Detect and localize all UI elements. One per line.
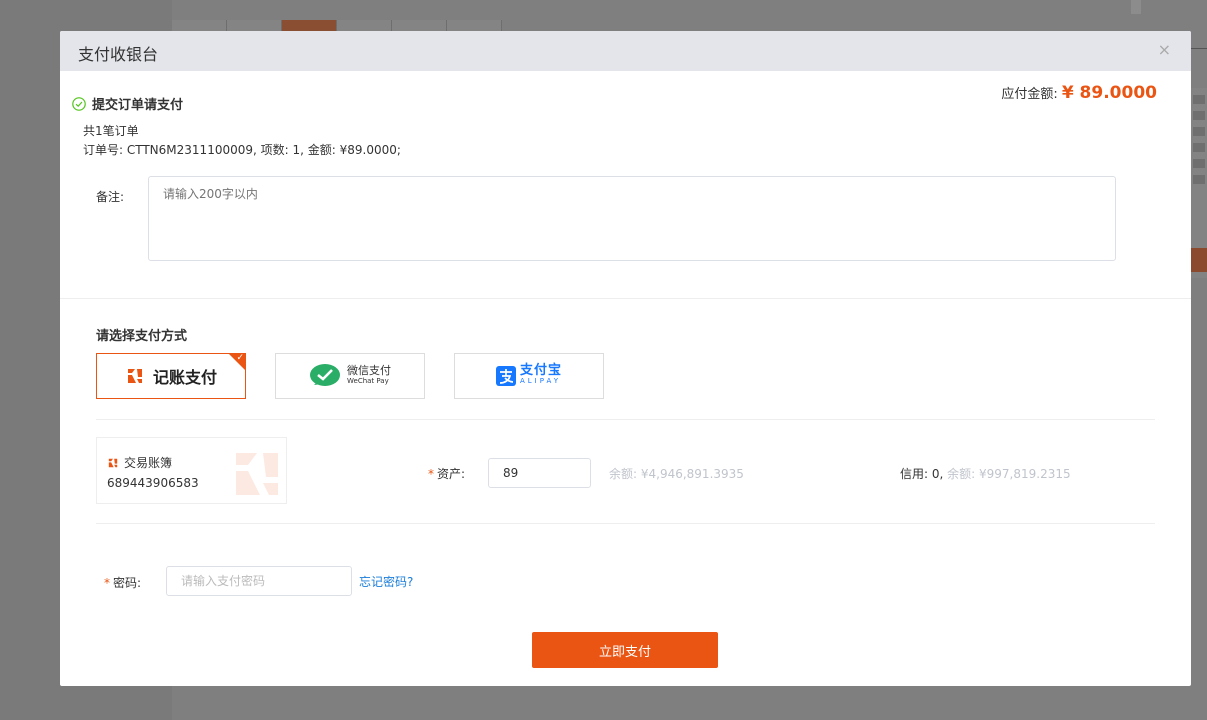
asset-input[interactable]: [488, 458, 591, 488]
alipay-label: 支付宝: [519, 363, 562, 378]
wechat-pay-icon: [310, 364, 340, 386]
background-scrollbar: [1131, 0, 1141, 14]
password-input[interactable]: [166, 566, 352, 596]
ledger-watermark-icon: [236, 453, 278, 495]
remark-textarea[interactable]: [148, 176, 1116, 261]
credit-info: 信用: 0, 余额: ¥997,819.2315: [900, 465, 1071, 482]
background-side-panel: [1191, 88, 1207, 278]
account-card[interactable]: 交易账簿 689443906583: [96, 437, 287, 504]
credit-label: 信用: 0,: [900, 467, 944, 481]
payment-method-title: 请选择支付方式: [96, 329, 188, 344]
account-name-text: 交易账簿: [124, 456, 173, 470]
asset-balance: 余额: ¥4,946,891.3935: [609, 467, 744, 481]
payable-label: 应付金额:: [1001, 87, 1058, 102]
check-circle-icon: [72, 96, 86, 111]
alipay-label-en: ALIPAY: [519, 377, 562, 385]
pay-option-wechat[interactable]: 微信支付 WeChat Pay: [275, 353, 425, 399]
pay-option-ledger[interactable]: 记账支付 ✓: [96, 353, 246, 399]
order-heading-text: 提交订单请支付: [92, 98, 184, 113]
pay-option-ledger-label: 记账支付: [152, 368, 217, 387]
payable-amount: 应付金额: ¥ 89.0000: [1001, 83, 1157, 103]
password-label: * 密码:: [104, 574, 141, 591]
payment-modal: 支付收银台 × 应付金额: ¥ 89.0000 提交订单请支付 共1笔订单 订单号…: [60, 31, 1191, 686]
remark-label: 备注:: [96, 190, 125, 204]
asset-label: * 资产:: [428, 465, 465, 482]
credit-balance: 余额: ¥997,819.2315: [947, 467, 1071, 481]
order-detail: 订单号: CTTN6M2311100009, 项数: 1, 金额: ¥89.00…: [83, 143, 401, 157]
required-mark: *: [104, 576, 110, 590]
section-divider: [60, 298, 1191, 299]
background-divider: [1191, 48, 1207, 49]
pay-option-alipay[interactable]: 支付宝 ALIPAY: [454, 353, 604, 399]
inner-divider: [96, 523, 1155, 524]
pay-now-button[interactable]: 立即支付: [532, 632, 718, 668]
ledger-logo-icon: [127, 369, 142, 383]
forgot-password-link[interactable]: 忘记密码?: [359, 573, 413, 590]
wechat-pay-label-en: WeChat Pay: [347, 377, 389, 385]
order-heading: 提交订单请支付: [72, 94, 183, 113]
wechat-pay-label: 微信支付: [347, 364, 391, 377]
payable-value: ¥ 89.0000: [1061, 83, 1157, 103]
alipay-icon: [495, 366, 516, 386]
modal-header: 支付收银台 ×: [60, 31, 1191, 71]
account-number: 689443906583: [107, 476, 199, 490]
asset-label-text: 资产:: [437, 467, 466, 481]
check-icon: ✓: [236, 353, 244, 363]
modal-title: 支付收银台: [78, 45, 159, 64]
account-name: 交易账簿: [107, 454, 172, 471]
required-mark: *: [428, 467, 434, 481]
inner-divider: [96, 419, 1155, 420]
ledger-logo-icon: [108, 458, 118, 467]
close-icon[interactable]: ×: [1158, 42, 1171, 58]
password-label-text: 密码:: [113, 576, 142, 590]
order-count: 共1笔订单: [83, 124, 139, 138]
